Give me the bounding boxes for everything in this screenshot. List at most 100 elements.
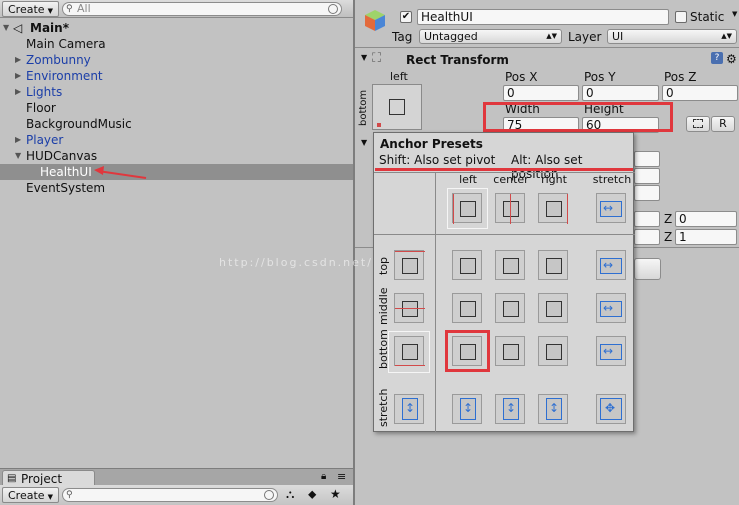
preset-top-left[interactable] bbox=[452, 250, 482, 280]
favorites-star-icon[interactable]: ★ bbox=[330, 487, 341, 501]
blueprint-mode-button[interactable] bbox=[686, 116, 710, 132]
collapsed-triangle-icon[interactable]: ▶ bbox=[15, 68, 21, 84]
add-component-button[interactable] bbox=[634, 258, 661, 280]
hierarchy-item-selected[interactable]: HealthUI bbox=[0, 164, 353, 180]
preset-stretch-stretch[interactable]: ✥ bbox=[596, 394, 626, 424]
hierarchy-item[interactable]: ▶ Lights bbox=[0, 84, 353, 100]
hierarchy-create-button[interactable]: Create ▼ bbox=[2, 1, 59, 17]
scale-y-field[interactable] bbox=[634, 229, 660, 245]
raw-edit-button[interactable]: R bbox=[711, 116, 735, 132]
scale-z-field[interactable]: 1 bbox=[675, 229, 737, 245]
active-checkbox[interactable]: ✔ bbox=[400, 11, 412, 23]
static-checkbox[interactable] bbox=[675, 11, 687, 23]
project-toolbar: Create ▼ ⚲ ⛬ ⬥ ★ bbox=[0, 485, 353, 505]
tag-dropdown[interactable]: Untagged ▲▼ bbox=[419, 29, 562, 44]
collapsed-triangle-icon[interactable]: ▶ bbox=[15, 52, 21, 68]
filter-label-icon[interactable]: ⬥ bbox=[308, 487, 316, 502]
project-search-input[interactable]: ⚲ bbox=[62, 488, 278, 502]
hierarchy-toolbar: Create ▼ ⚲ All bbox=[0, 0, 353, 18]
panel-menu-icon[interactable]: ≡ bbox=[337, 470, 346, 483]
anchor-preset-button[interactable] bbox=[372, 84, 422, 130]
rotation-z-field[interactable]: 0 bbox=[675, 211, 737, 227]
preset-h-right[interactable] bbox=[538, 193, 568, 224]
hierarchy-item[interactable]: ▼ HUDCanvas bbox=[0, 148, 353, 164]
preset-v-bottom[interactable] bbox=[394, 336, 425, 366]
preset-h-left[interactable] bbox=[452, 193, 482, 224]
hierarchy-item-label: Floor bbox=[26, 101, 56, 115]
project-create-button[interactable]: Create ▼ bbox=[2, 487, 59, 503]
hierarchy-item-label: BackgroundMusic bbox=[26, 117, 132, 131]
pos-z-field[interactable]: 0 bbox=[662, 85, 738, 101]
object-name-field[interactable]: HealthUI bbox=[417, 9, 669, 25]
expand-triangle-icon[interactable]: ▼ bbox=[3, 20, 9, 36]
hierarchy-search-input[interactable]: ⚲ All bbox=[62, 2, 342, 16]
preset-v-middle[interactable] bbox=[394, 293, 425, 323]
layer-label: Layer bbox=[568, 30, 602, 44]
scene-row[interactable]: ▼ ◁ Main* bbox=[0, 20, 353, 36]
component-title: Rect Transform bbox=[406, 53, 509, 67]
expand-triangle-icon[interactable]: ▼ bbox=[15, 148, 21, 164]
hierarchy-panel: Create ▼ ⚲ All ▼ ◁ Main* Main Camera ▶ Zo… bbox=[0, 0, 353, 468]
column-label-center: center bbox=[493, 173, 529, 186]
preset-h-stretch[interactable]: ↔ bbox=[596, 193, 626, 223]
hierarchy-item-label: Zombunny bbox=[26, 53, 91, 67]
collapsed-triangle-icon[interactable]: ▶ bbox=[15, 84, 21, 100]
collapsed-triangle-icon[interactable]: ▶ bbox=[15, 132, 21, 148]
preset-stretch-left[interactable]: ↕ bbox=[452, 394, 482, 424]
hierarchy-item[interactable]: ▶ Zombunny bbox=[0, 52, 353, 68]
search-icon: ⚲ bbox=[66, 490, 73, 500]
preset-top-right[interactable] bbox=[538, 250, 568, 280]
preset-middle-right[interactable] bbox=[538, 293, 568, 323]
pos-y-field[interactable]: 0 bbox=[582, 85, 659, 101]
hierarchy-item-label: HealthUI bbox=[40, 165, 92, 179]
lock-icon[interactable]: 🔒︎ bbox=[321, 471, 326, 482]
pivot-field[interactable] bbox=[634, 185, 660, 201]
preset-top-center[interactable] bbox=[495, 250, 525, 280]
preset-middle-stretch[interactable]: ↔ bbox=[596, 293, 626, 323]
clear-search-icon[interactable] bbox=[328, 4, 338, 14]
static-dropdown-arrow-icon[interactable]: ▼ bbox=[732, 10, 737, 18]
dropdown-arrow-icon: ▼ bbox=[47, 7, 53, 15]
preset-top-stretch[interactable]: ↔ bbox=[596, 250, 626, 280]
settings-gear-icon[interactable]: ⚙ bbox=[726, 52, 737, 66]
help-icon[interactable]: ? bbox=[711, 52, 723, 64]
anchor-max-field[interactable] bbox=[634, 168, 660, 184]
hierarchy-item[interactable]: BackgroundMusic bbox=[0, 116, 353, 132]
component-foldout-icon[interactable]: ▼ bbox=[361, 53, 367, 62]
preset-bottom-center[interactable] bbox=[495, 336, 525, 366]
watermark-text: http://blog.csdn.net/ bbox=[219, 256, 373, 269]
hierarchy-item[interactable]: Floor bbox=[0, 100, 353, 116]
tag-value: Untagged bbox=[424, 30, 478, 43]
dropdown-arrow-icon: ▲▼ bbox=[546, 32, 557, 40]
clear-search-icon[interactable] bbox=[264, 490, 274, 500]
preset-v-top[interactable] bbox=[394, 250, 425, 280]
row-label-top: top bbox=[377, 256, 390, 275]
preset-v-stretch[interactable]: ↕ bbox=[394, 394, 424, 424]
foldout-icon[interactable]: ▼ bbox=[361, 138, 367, 147]
rotation-z-label: Z bbox=[664, 212, 673, 226]
rotation-y-field[interactable] bbox=[634, 211, 660, 227]
pos-z-label: Pos Z bbox=[664, 70, 697, 84]
hierarchy-item[interactable]: ▶ Environment bbox=[0, 68, 353, 84]
preset-stretch-center[interactable]: ↕ bbox=[495, 394, 525, 424]
rect-transform-icon: ⛶ bbox=[372, 51, 382, 66]
tab-project[interactable]: ▤ Project bbox=[2, 470, 95, 486]
preset-middle-left[interactable] bbox=[452, 293, 482, 323]
hierarchy-item[interactable]: ▶ Player bbox=[0, 132, 353, 148]
stretch-horizontal-icon: ↔ bbox=[603, 201, 614, 215]
preset-h-center[interactable] bbox=[495, 193, 525, 224]
preset-stretch-right[interactable]: ↕ bbox=[538, 394, 568, 424]
filter-type-icon[interactable]: ⛬ bbox=[286, 487, 294, 502]
anchor-presets-popup: Anchor Presets Shift: Also set pivot Alt… bbox=[219, 132, 635, 432]
preset-middle-center[interactable] bbox=[495, 293, 525, 323]
shift-hint: Shift: Also set pivot bbox=[379, 153, 496, 167]
preset-bottom-stretch[interactable]: ↔ bbox=[596, 336, 626, 366]
hierarchy-item[interactable]: Main Camera bbox=[0, 36, 353, 52]
pos-x-field[interactable]: 0 bbox=[503, 85, 579, 101]
hierarchy-item-label: Environment bbox=[26, 69, 103, 83]
preset-bottom-right[interactable] bbox=[538, 336, 568, 366]
anchor-min-field[interactable] bbox=[634, 151, 660, 167]
stretch-vertical-icon: ↕ bbox=[549, 401, 560, 415]
hierarchy-item[interactable]: EventSystem bbox=[0, 180, 353, 196]
layer-dropdown[interactable]: UI ▲▼ bbox=[607, 29, 737, 44]
